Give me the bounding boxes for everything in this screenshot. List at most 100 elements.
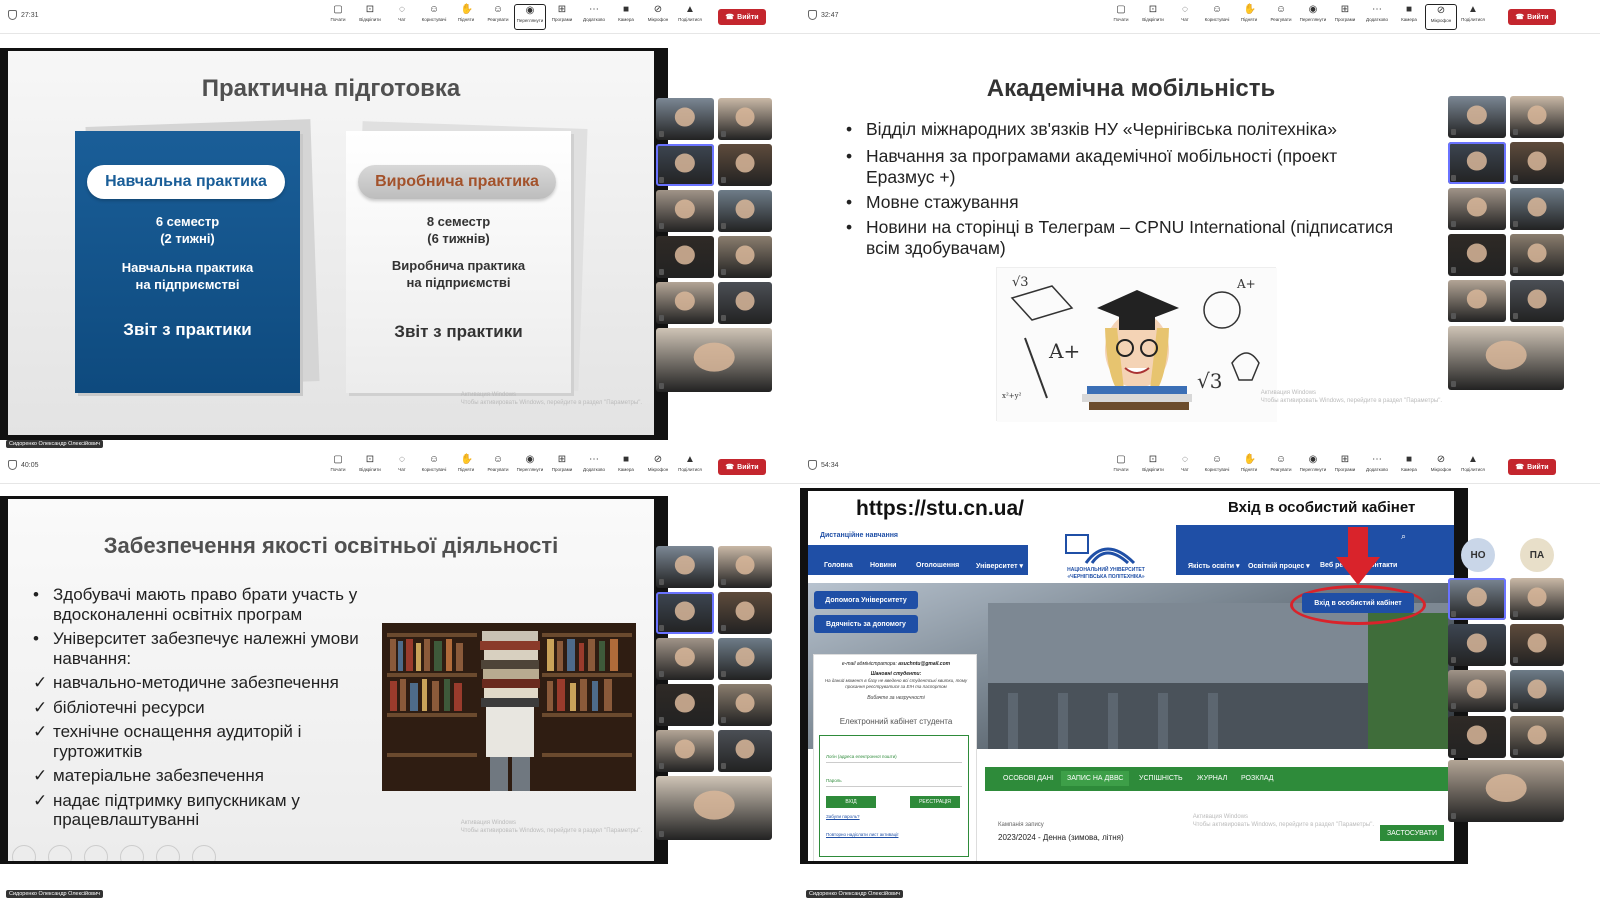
forgot-password-link[interactable]: Забули пароль? [826,814,860,819]
participant-video-tile[interactable] [656,776,772,840]
participant-video-tile[interactable] [718,98,772,140]
toolbar-view-button[interactable]: ◉ Переглянути [1297,454,1329,480]
toolbar-unpin-button[interactable]: ⊡ Відкріпити [354,4,386,30]
leave-button[interactable]: ☎ Вийти [1508,459,1556,475]
toolbar-camera-button[interactable]: ■ Камера [610,454,642,480]
toolbar-unpin-button[interactable]: ⊡ Відкріпити [354,454,386,480]
toolbar-react-button[interactable]: ☺ Реагувати [1265,454,1297,480]
toolbar-share-screen-button[interactable]: ▢ Почати [322,4,354,30]
participant-video-tile[interactable] [718,190,772,232]
participant-video-tile[interactable] [718,592,772,634]
toolbar-mic-off-button[interactable]: ⊘ Мікрофон [642,454,674,480]
apply-button[interactable]: ЗАСТОСУВАТИ [1380,825,1444,841]
login-field[interactable]: Логін (адреса електронної пошти) [826,754,962,763]
participant-video-tile[interactable] [1448,624,1506,666]
nav-process[interactable]: Освітній процес ▾ [1248,562,1310,570]
toolbar-apps-button[interactable]: ⊞ Програми [546,4,578,30]
participant-video-tile[interactable] [1448,326,1564,390]
more-options-button[interactable] [192,845,216,861]
toolbar-people-button[interactable]: ☺ Користувачі [1201,454,1233,480]
toolbar-view-button[interactable]: ◉ Переглянути [514,454,546,480]
participant-video-tile[interactable] [656,236,714,278]
toolbar-share-button[interactable]: ▲ Поділитися [674,454,706,480]
toolbar-react-button[interactable]: ☺ Реагувати [482,454,514,480]
participant-video-tile[interactable] [656,98,714,140]
participant-video-tile[interactable] [1510,280,1564,322]
nav-quality[interactable]: Якість освіти ▾ [1188,562,1240,570]
participant-video-tile[interactable] [1448,716,1506,758]
nav-announcements[interactable]: Оголошення [916,562,959,569]
toolbar-raise-hand-button[interactable]: ✋ Підняти [450,4,482,30]
nav-home[interactable]: Головна [824,562,853,569]
toolbar-chat-button[interactable]: ◌ Чат [1169,454,1201,480]
toolbar-more-button[interactable]: ⋯ Додатково [1361,4,1393,30]
participant-video-tile[interactable] [656,638,714,680]
participant-video-tile[interactable] [656,144,714,186]
toolbar-raise-hand-button[interactable]: ✋ Підняти [450,454,482,480]
leave-button[interactable]: ☎ Вийти [718,459,766,475]
leave-button[interactable]: ☎ Вийти [718,9,766,25]
toolbar-camera-button[interactable]: ■ Камера [610,4,642,30]
toolbar-view-button[interactable]: ◉ Переглянути [1297,4,1329,30]
participant-video-tile[interactable] [718,730,772,772]
participant-video-tile[interactable] [1510,96,1564,138]
tab-progress[interactable]: УСПІШНІСТЬ [1139,775,1183,782]
toolbar-share-button[interactable]: ▲ Поділитися [1457,4,1489,30]
tab-elective-registration[interactable]: ЗАПИС НА ДВВС [1061,771,1130,786]
resend-activation-link[interactable]: Повторно надіслати лист активації [826,832,898,837]
participant-video-tile[interactable] [656,328,772,392]
participant-video-tile[interactable] [718,236,772,278]
toolbar-share-screen-button[interactable]: ▢ Почати [322,454,354,480]
participant-video-tile[interactable] [656,546,714,588]
participant-video-tile[interactable] [1510,624,1564,666]
participant-video-tile[interactable] [1510,578,1564,620]
prev-slide-button[interactable] [12,845,36,861]
login-button[interactable]: ВХІД [826,796,876,808]
participant-video-tile[interactable] [656,592,714,634]
tab-schedule[interactable]: РОЗКЛАД [1241,775,1274,782]
next-slide-button[interactable] [48,845,72,861]
toolbar-unpin-button[interactable]: ⊡ Відкріпити [1137,454,1169,480]
toolbar-camera-button[interactable]: ■ Камера [1393,4,1425,30]
leave-button[interactable]: ☎ Вийти [1508,9,1556,25]
search-icon[interactable]: ⌕ [1401,531,1406,542]
toolbar-mic-off-button[interactable]: ⊘ Мікрофон [642,4,674,30]
toolbar-chat-button[interactable]: ◌ Чат [386,454,418,480]
toolbar-raise-hand-button[interactable]: ✋ Підняти [1233,4,1265,30]
zoom-button[interactable] [156,845,180,861]
toolbar-chat-button[interactable]: ◌ Чат [1169,4,1201,30]
toolbar-share-screen-button[interactable]: ▢ Почати [1105,454,1137,480]
tab-personal-data[interactable]: ОСОБОВІ ДАНІ [1003,775,1054,782]
toolbar-apps-button[interactable]: ⊞ Програми [1329,454,1361,480]
participant-video-tile[interactable] [718,546,772,588]
participant-video-tile[interactable] [656,684,714,726]
toolbar-more-button[interactable]: ⋯ Додатково [578,4,610,30]
toolbar-people-button[interactable]: ☺ Користувачі [1201,4,1233,30]
participant-video-tile[interactable] [718,684,772,726]
toolbar-people-button[interactable]: ☺ Користувачі [418,454,450,480]
participant-video-tile[interactable] [656,730,714,772]
toolbar-react-button[interactable]: ☺ Реагувати [1265,4,1297,30]
toolbar-share-screen-button[interactable]: ▢ Почати [1105,4,1137,30]
participant-video-tile[interactable] [656,190,714,232]
gratitude-button[interactable]: Вдячність за допомогу [814,615,918,633]
participant-video-tile[interactable] [1448,760,1564,822]
participant-video-tile[interactable] [1510,188,1564,230]
toolbar-more-button[interactable]: ⋯ Додатково [1361,454,1393,480]
participant-video-tile[interactable] [718,638,772,680]
participant-video-tile[interactable] [1448,96,1506,138]
toolbar-react-button[interactable]: ☺ Реагувати [482,4,514,30]
participant-video-tile[interactable] [1448,578,1506,620]
participant-video-tile[interactable] [1510,234,1564,276]
participant-video-tile[interactable] [1510,670,1564,712]
grid-view-button[interactable] [120,845,144,861]
participant-video-tile[interactable] [1510,716,1564,758]
toolbar-unpin-button[interactable]: ⊡ Відкріпити [1137,4,1169,30]
toolbar-mic-off-button[interactable]: ⊘ Мікрофон [1425,454,1457,480]
toolbar-apps-button[interactable]: ⊞ Програми [546,454,578,480]
participant-video-tile[interactable] [718,282,772,324]
toolbar-share-button[interactable]: ▲ Поділитися [1457,454,1489,480]
participant-video-tile[interactable] [1448,188,1506,230]
toolbar-view-button[interactable]: ◉ Переглянути [514,4,546,30]
register-button[interactable]: РЕЄСТРАЦІЯ [910,796,960,808]
